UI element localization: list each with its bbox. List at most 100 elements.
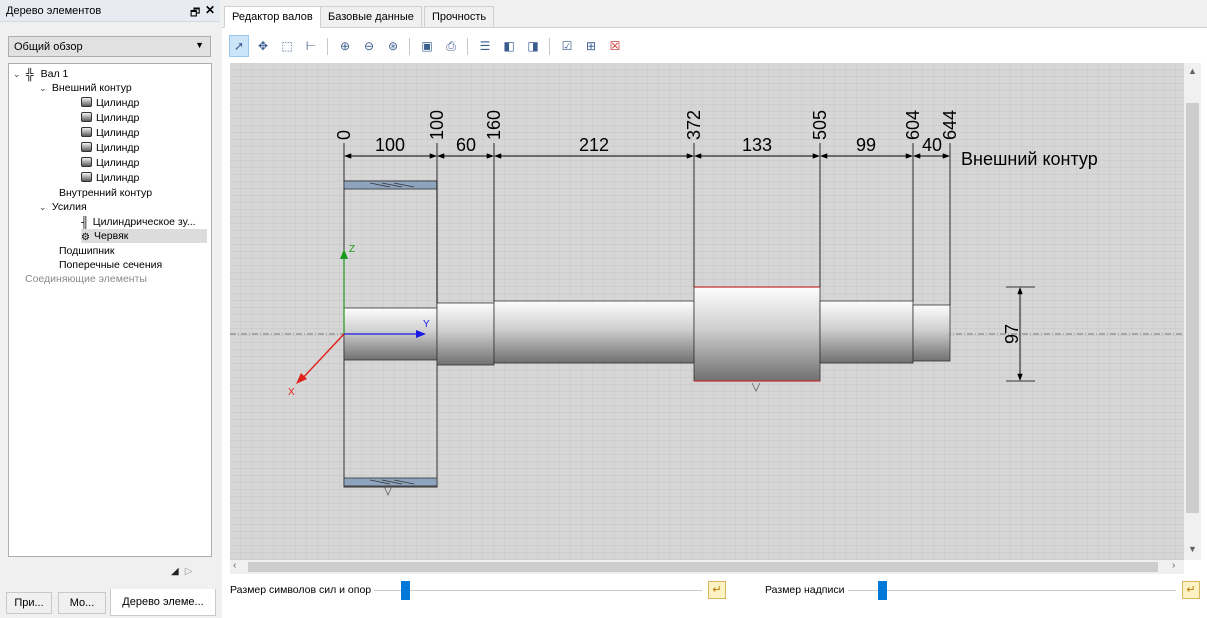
position-label: 604 xyxy=(903,110,923,140)
gear-force-icon: ╢ xyxy=(81,217,89,229)
horizontal-scrollbar[interactable]: ‹ › xyxy=(230,560,1184,574)
tab-models[interactable]: Мо... xyxy=(58,592,106,614)
scroll-thumb[interactable] xyxy=(1186,103,1199,513)
tree-nav: ◢ ▷ xyxy=(171,566,192,577)
view-select-value: Общий обзор xyxy=(14,41,83,53)
chevron-down-icon[interactable]: ⌄ xyxy=(13,67,23,81)
element-tree: ⌄ ╬ Вал 1 ⌄ Внешний контур Цилиндр Цилин… xyxy=(8,63,212,557)
position-label: 505 xyxy=(810,110,830,140)
tree-item-cylindrical-gear[interactable]: ╢ Цилиндрическое зу... xyxy=(81,215,196,229)
shaft-segment[interactable] xyxy=(912,304,951,362)
tree-item-cylinder[interactable]: Цилиндр xyxy=(81,156,139,170)
zoom-window-icon[interactable]: ⬚ xyxy=(277,35,297,57)
view-select[interactable]: Общий обзор ▼ xyxy=(8,36,211,57)
toolbar-separator xyxy=(409,38,410,55)
panel-tabs: При... Мо... Дерево элеме... xyxy=(0,589,220,618)
shaft-icon: ╬ xyxy=(25,69,34,81)
tree-item-worm[interactable]: ⚙ Червяк xyxy=(81,229,207,243)
chevron-down-icon[interactable]: ⌄ xyxy=(39,81,49,95)
tab-base-data[interactable]: Базовые данные xyxy=(320,6,422,28)
zoom-out-icon[interactable]: ⊖ xyxy=(359,35,379,57)
chevron-down-icon[interactable]: ⌄ xyxy=(39,200,49,214)
scroll-up-icon[interactable]: ▲ xyxy=(1188,66,1197,76)
position-label: 0 xyxy=(334,130,354,140)
list-icon[interactable]: ☰ xyxy=(475,35,495,57)
position-label: 372 xyxy=(684,110,704,140)
vertical-scrollbar[interactable]: ▲ ▼ xyxy=(1184,63,1201,560)
axis-z-label: Z xyxy=(349,244,355,255)
diameter-label: 97 xyxy=(1002,324,1022,344)
force-symbol-size-slider[interactable] xyxy=(374,590,702,591)
tree-item-cylinder[interactable]: Цилиндр xyxy=(81,126,139,140)
panel-title-bar: Дерево элементов 🗗 ✕ xyxy=(0,0,220,22)
shaft-segment[interactable] xyxy=(436,302,495,366)
label-size-slider-thumb[interactable] xyxy=(878,581,887,600)
tree-item-cylinder[interactable]: Цилиндр xyxy=(81,171,139,185)
checkbox-icon[interactable]: ☑ xyxy=(557,35,577,57)
cylinder-icon xyxy=(81,142,92,152)
cylinder-icon xyxy=(81,157,92,167)
apply-arrow-icon[interactable]: ↵ xyxy=(708,581,726,599)
pan-icon[interactable]: ✥ xyxy=(253,35,273,57)
position-label: 100 xyxy=(427,110,447,140)
zoom-fit-icon[interactable]: ⊛ xyxy=(383,35,403,57)
add-icon[interactable]: ⊞ xyxy=(581,35,601,57)
cylinder-icon xyxy=(81,172,92,182)
scroll-left-icon[interactable]: ‹ xyxy=(233,560,236,571)
apply-arrow-icon[interactable]: ↵ xyxy=(1182,581,1200,599)
print-icon[interactable]: ⎙ xyxy=(441,35,461,57)
element-tree-panel: Дерево элементов 🗗 ✕ Общий обзор ▼ ⌄ ╬ В… xyxy=(0,0,220,618)
triangle-right-icon[interactable]: ▷ xyxy=(185,566,193,577)
scroll-thumb[interactable] xyxy=(248,562,1158,572)
save-icon[interactable]: ▣ xyxy=(417,35,437,57)
toolbar-separator xyxy=(467,38,468,55)
shaft-segment[interactable] xyxy=(819,300,914,364)
mirror-icon[interactable]: ◧ xyxy=(499,35,519,57)
axis-x-label: X xyxy=(288,387,295,398)
tree-item-outer-contour[interactable]: ⌄ Внешний контур xyxy=(39,81,132,95)
segment-length-label: 100 xyxy=(375,135,405,155)
segment-length-label: 40 xyxy=(922,135,942,155)
segment-length-label: 133 xyxy=(742,135,772,155)
mirror-copy-icon[interactable]: ◨ xyxy=(523,35,543,57)
triangle-up-icon[interactable]: ◢ xyxy=(171,566,179,577)
tab-element-tree[interactable]: Дерево элеме... xyxy=(110,589,216,616)
segment-length-label: 99 xyxy=(856,135,876,155)
tree-item-shaft[interactable]: ⌄ ╬ Вал 1 xyxy=(13,67,68,81)
force-symbol-size-label: Размер символов сил и опор xyxy=(230,584,372,596)
zoom-in-icon[interactable]: ⊕ xyxy=(335,35,355,57)
scroll-down-icon[interactable]: ▼ xyxy=(1188,544,1197,554)
tab-strength[interactable]: Прочность xyxy=(424,6,495,28)
outer-contour-label: Внешний контур xyxy=(961,149,1098,169)
position-label: 644 xyxy=(940,110,960,140)
tree-item-cylinder[interactable]: Цилиндр xyxy=(81,96,139,110)
scroll-right-icon[interactable]: › xyxy=(1172,560,1175,571)
tab-properties[interactable]: При... xyxy=(6,592,52,614)
tree-item-inner-contour[interactable]: Внутренний контур xyxy=(59,186,152,200)
cursor-icon[interactable]: ➚ xyxy=(229,35,249,57)
cylinder-icon xyxy=(81,127,92,137)
tree-item-cylinder[interactable]: Цилиндр xyxy=(81,141,139,155)
measure-icon[interactable]: ⊢ xyxy=(301,35,321,57)
worm-icon: ⚙ xyxy=(81,232,90,243)
tree-item-cross-sections[interactable]: Поперечные сечения xyxy=(59,258,162,272)
segment-length-label: 60 xyxy=(456,135,476,155)
label-size-label: Размер надписи xyxy=(765,584,845,596)
force-symbol-size-slider-thumb[interactable] xyxy=(401,581,410,600)
segment-length-label: 212 xyxy=(579,135,609,155)
cylinder-icon xyxy=(81,97,92,107)
shaft-segment-worm[interactable] xyxy=(693,286,821,382)
toolbar-separator xyxy=(327,38,328,55)
tree-item-bearing[interactable]: Подшипник xyxy=(59,244,115,258)
tree-item-connecting-elements[interactable]: Соединяющие элементы xyxy=(25,272,147,286)
shaft-drawing-canvas[interactable]: Z Y X 100 60 212 133 99 40 0 100 160 372… xyxy=(230,63,1184,560)
cylinder-icon xyxy=(81,112,92,122)
delete-icon[interactable]: ☒ xyxy=(605,35,625,57)
close-icon[interactable]: ✕ xyxy=(205,3,215,17)
tree-item-cylinder[interactable]: Цилиндр xyxy=(81,111,139,125)
label-size-slider[interactable] xyxy=(848,590,1176,591)
tree-item-forces[interactable]: ⌄ Усилия xyxy=(39,200,87,214)
shaft-segment[interactable] xyxy=(493,300,695,364)
tab-shaft-editor[interactable]: Редактор валов xyxy=(224,6,321,28)
float-window-icon[interactable]: 🗗 xyxy=(190,4,200,23)
